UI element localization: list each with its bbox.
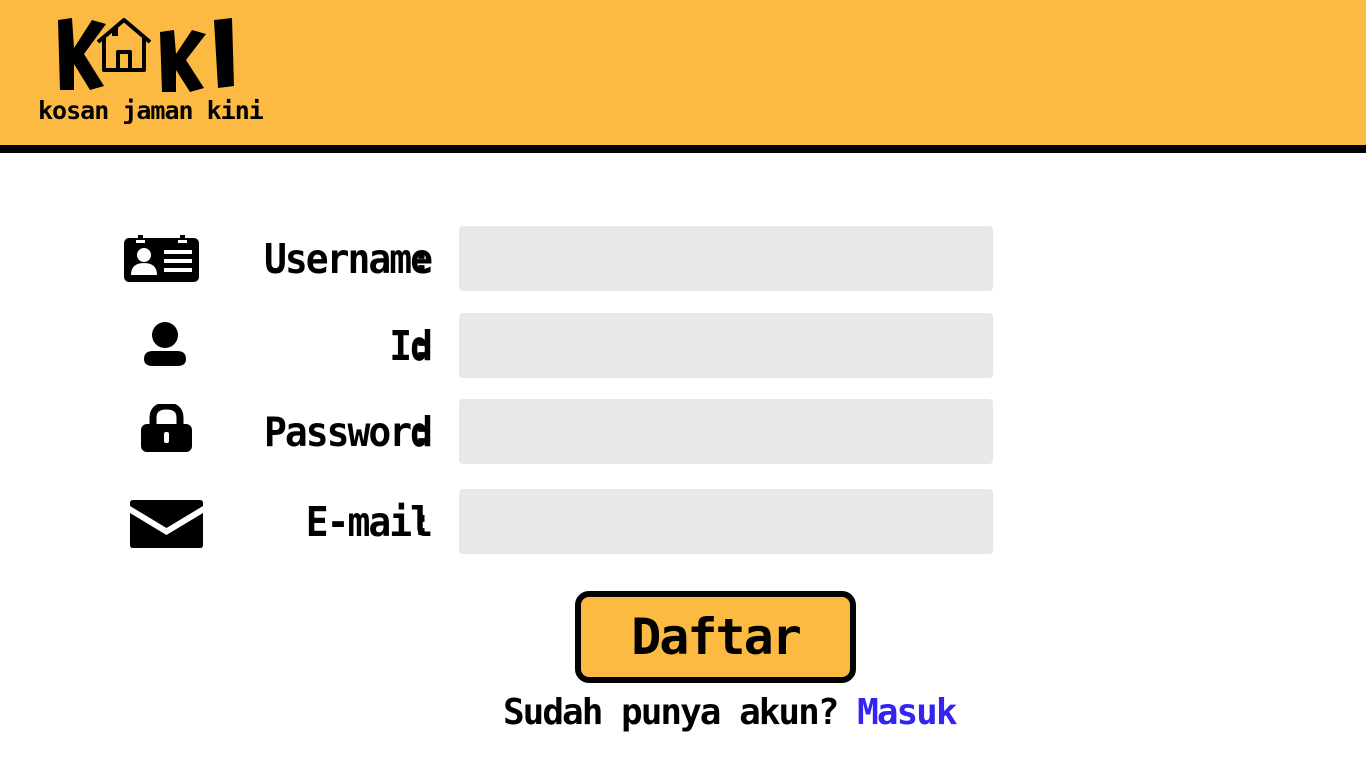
password-colon: :: [410, 410, 433, 454]
email-input[interactable]: [459, 489, 993, 554]
username-input[interactable]: [459, 226, 993, 291]
user-icon: [143, 321, 187, 366]
login-prompt: Sudah punya akun? Masuk: [503, 690, 958, 736]
id-colon: :: [410, 324, 433, 368]
lock-icon: [141, 404, 192, 452]
logo-mark: [58, 18, 234, 92]
password-row: Password :: [0, 399, 1366, 465]
password-label: Password: [263, 408, 433, 456]
email-colon: :: [410, 500, 433, 544]
login-link[interactable]: Masuk: [857, 692, 957, 733]
username-label: Username: [263, 235, 433, 283]
brand-tagline: kosan jaman kini: [38, 96, 264, 125]
id-input[interactable]: [459, 313, 993, 378]
password-input[interactable]: [459, 399, 993, 464]
app-header: kosan jaman kini: [0, 0, 1366, 153]
email-row: E-mail :: [0, 489, 1366, 555]
username-row: Username :: [0, 226, 1366, 292]
id-card-icon: [124, 235, 199, 282]
house-icon: [96, 18, 152, 72]
username-colon: :: [410, 237, 433, 281]
login-prompt-text: Sudah punya akun?: [503, 692, 858, 733]
id-row: Id :: [0, 313, 1366, 379]
envelope-icon: [130, 500, 203, 548]
register-button[interactable]: Daftar: [575, 591, 856, 683]
